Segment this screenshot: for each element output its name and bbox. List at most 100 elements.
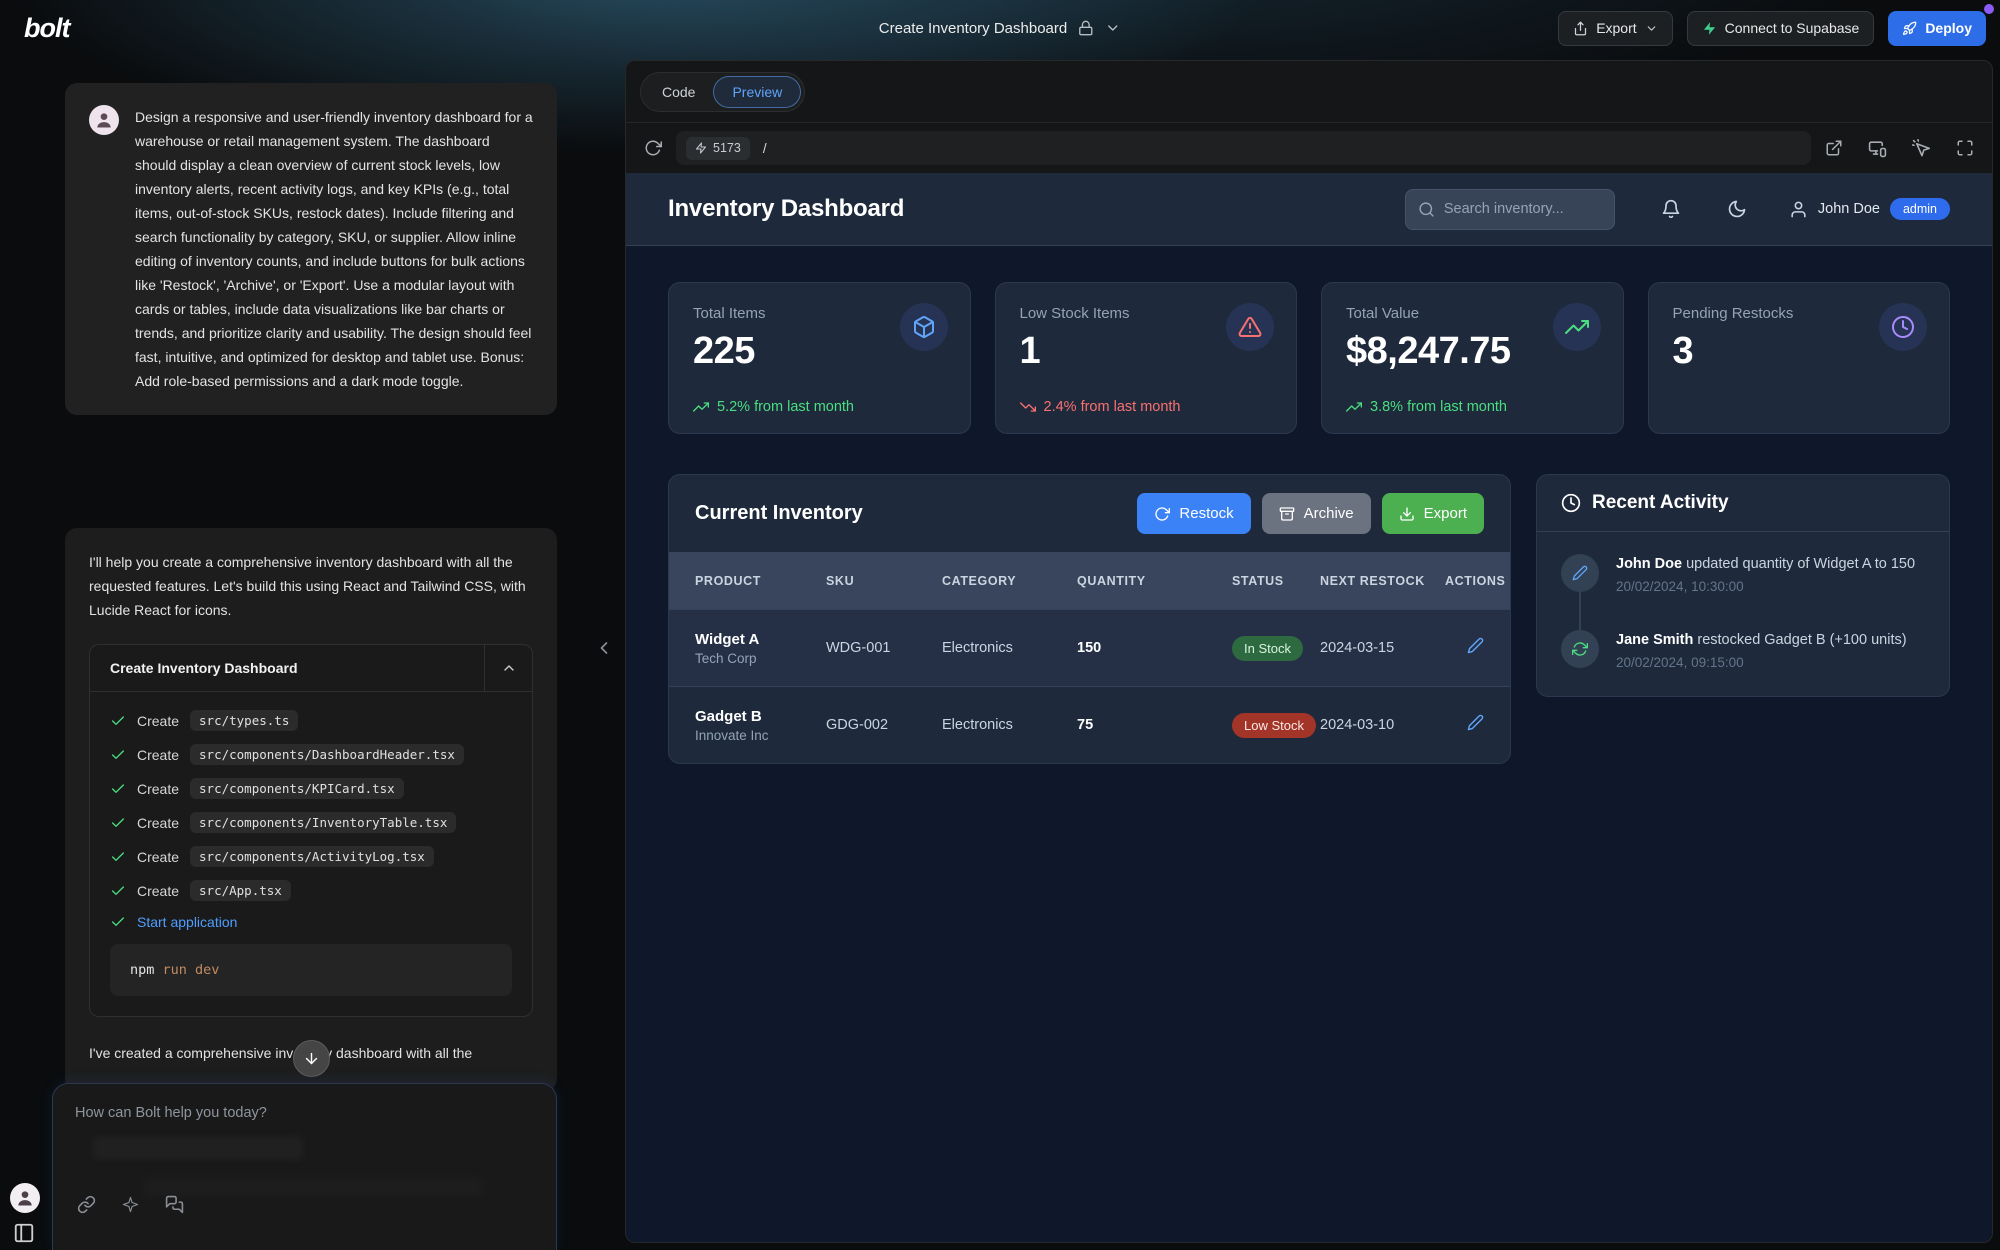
- scroll-to-bottom-button[interactable]: [293, 1040, 330, 1077]
- deploy-button[interactable]: Deploy: [1888, 11, 1986, 46]
- kpi-trend-text: 2.4% from last month: [1044, 399, 1181, 415]
- user-message: Design a responsive and user-friendly in…: [65, 83, 557, 415]
- step-action: Create: [137, 713, 179, 729]
- port-number: 5173: [713, 141, 741, 155]
- sidebar-toggle-icon[interactable]: [13, 1222, 35, 1249]
- inventory-search-input[interactable]: [1444, 201, 1602, 217]
- command-args: run dev: [163, 962, 220, 978]
- step-file[interactable]: src/components/ActivityLog.tsx: [190, 846, 434, 867]
- project-title-group[interactable]: Create Inventory Dashboard: [879, 20, 1121, 37]
- inspect-pointer-icon[interactable]: [1912, 139, 1931, 158]
- bell-icon[interactable]: [1661, 199, 1681, 219]
- plan-step: Create src/components/DashboardHeader.ts…: [110, 744, 512, 765]
- plan-collapse-button[interactable]: [484, 645, 532, 691]
- chat-input[interactable]: [75, 1105, 534, 1121]
- kpi-card-pending-restocks: Pending Restocks 3: [1648, 282, 1951, 434]
- step-action: Create: [137, 815, 179, 831]
- code-preview-toggle: Code Preview: [640, 72, 805, 112]
- table-row[interactable]: Widget A Tech Corp WDG-001 Electronics 1…: [669, 609, 1510, 686]
- column-header: Actions: [1445, 573, 1505, 589]
- fullscreen-icon[interactable]: [1956, 139, 1974, 157]
- edit-pencil-icon: [1572, 565, 1588, 581]
- check-icon: [110, 747, 126, 763]
- url-field[interactable]: 5173 /: [676, 131, 1811, 165]
- plan-title: Create Inventory Dashboard: [90, 645, 484, 691]
- check-icon: [110, 781, 126, 797]
- step-action: Create: [137, 883, 179, 899]
- sparkles-icon[interactable]: [122, 1196, 139, 1213]
- connect-supabase-button[interactable]: Connect to Supabase: [1687, 11, 1875, 46]
- clock-icon: [1561, 493, 1581, 513]
- collapse-chat-chevron[interactable]: [594, 638, 614, 663]
- restock-label: Restock: [1179, 505, 1233, 522]
- start-application-link[interactable]: Start application: [137, 914, 237, 930]
- archive-label: Archive: [1304, 505, 1354, 522]
- edit-pencil-icon[interactable]: [1467, 637, 1484, 654]
- responsive-devices-icon[interactable]: [1868, 139, 1887, 158]
- command-binary: npm: [130, 962, 154, 978]
- product-quantity[interactable]: 150: [1077, 640, 1232, 656]
- bolt-logo[interactable]: bolt: [14, 13, 79, 44]
- refresh-icon: [1572, 641, 1588, 657]
- arrow-down-icon: [303, 1050, 320, 1067]
- product-quantity[interactable]: 75: [1077, 717, 1232, 733]
- archive-button[interactable]: Archive: [1262, 493, 1371, 534]
- step-file[interactable]: src/App.tsx: [190, 880, 291, 901]
- start-application-step: Start application: [110, 914, 512, 930]
- check-icon: [110, 849, 126, 865]
- product-category: Electronics: [942, 717, 1077, 733]
- trending-down-icon: [1020, 399, 1036, 415]
- inventory-title: Current Inventory: [695, 502, 863, 525]
- url-path: /: [763, 141, 767, 156]
- port-pill[interactable]: 5173: [686, 137, 750, 160]
- user-avatar: [89, 105, 119, 135]
- inventory-table-header: Product SKU Category Quantity Status Nex…: [669, 552, 1510, 609]
- link-icon[interactable]: [77, 1195, 96, 1214]
- search-icon: [1418, 201, 1435, 218]
- deploy-label: Deploy: [1925, 20, 1972, 36]
- recent-activity-panel: Recent Activity John Doe updated quantit…: [1536, 474, 1950, 697]
- edit-pencil-icon[interactable]: [1467, 714, 1484, 731]
- chat-bubbles-icon[interactable]: [165, 1195, 184, 1214]
- lock-icon: [1078, 20, 1094, 36]
- export-button[interactable]: Export: [1558, 11, 1672, 46]
- current-inventory-panel: Current Inventory Restock Archive: [668, 474, 1511, 764]
- role-badge[interactable]: admin: [1890, 198, 1950, 220]
- step-file[interactable]: src/components/InventoryTable.tsx: [190, 812, 456, 833]
- user-message-text: Design a responsive and user-friendly in…: [135, 105, 533, 393]
- profile-avatar[interactable]: [10, 1183, 40, 1213]
- step-file[interactable]: src/types.ts: [190, 710, 298, 731]
- tab-code[interactable]: Code: [644, 77, 713, 107]
- restock-button[interactable]: Restock: [1137, 493, 1250, 534]
- bulk-action-buttons: Restock Archive Export: [1137, 493, 1484, 534]
- dark-mode-toggle-moon-icon[interactable]: [1727, 199, 1747, 219]
- table-row[interactable]: Gadget B Innovate Inc GDG-002 Electronic…: [669, 686, 1510, 763]
- tab-preview[interactable]: Preview: [713, 76, 801, 108]
- chevron-down-icon[interactable]: [1105, 20, 1121, 36]
- open-external-icon[interactable]: [1825, 139, 1843, 157]
- kpi-trend-text: 5.2% from last month: [717, 399, 854, 415]
- plan-step: Create src/components/InventoryTable.tsx: [110, 812, 512, 833]
- plan-card: Create Inventory Dashboard Create src/ty…: [89, 644, 533, 1017]
- check-icon: [110, 713, 126, 729]
- blurred-suggestion: [93, 1136, 303, 1160]
- clock-icon: [1891, 315, 1915, 339]
- plan-step: Create src/App.tsx: [110, 880, 512, 901]
- kpi-card-total-value: Total Value $8,247.75 3.8% from last mon…: [1321, 282, 1624, 434]
- step-file[interactable]: src/components/KPICard.tsx: [190, 778, 404, 799]
- reload-icon[interactable]: [644, 139, 662, 157]
- next-restock-date: 2024-03-10: [1320, 717, 1445, 733]
- activity-title: Recent Activity: [1592, 492, 1729, 514]
- step-file[interactable]: src/components/DashboardHeader.tsx: [190, 744, 464, 765]
- activity-action: updated quantity of Widget A to 150: [1686, 556, 1915, 572]
- user-icon: [1789, 200, 1808, 219]
- download-icon: [1399, 506, 1415, 522]
- plan-step: Create src/components/ActivityLog.tsx: [110, 846, 512, 867]
- editor-tabs-row: Code Preview: [626, 61, 1992, 123]
- user-chip[interactable]: John Doe admin: [1789, 198, 1950, 220]
- step-action: Create: [137, 781, 179, 797]
- inventory-search[interactable]: [1405, 189, 1615, 230]
- rocket-icon: [1902, 21, 1917, 36]
- inventory-panel-header: Current Inventory Restock Archive: [669, 475, 1510, 552]
- export-table-button[interactable]: Export: [1382, 493, 1484, 534]
